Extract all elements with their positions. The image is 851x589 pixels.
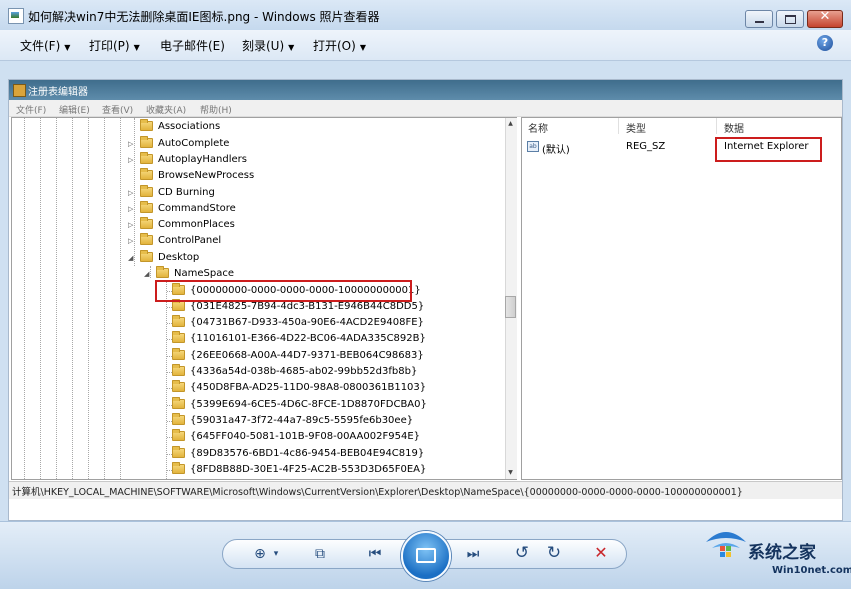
- value-name[interactable]: (默认): [542, 141, 570, 156]
- folder-icon: [140, 250, 153, 262]
- scroll-down-icon[interactable]: ▼: [505, 467, 516, 478]
- folder-icon: [156, 266, 169, 278]
- rotate-clockwise-icon[interactable]: ↻: [543, 543, 565, 563]
- menu-print-label: 打印(P): [89, 39, 130, 53]
- column-header-data[interactable]: 数据: [724, 120, 744, 135]
- folder-icon: [172, 413, 185, 425]
- registry-menu-edit: 编辑(E): [59, 106, 90, 116]
- menu-print[interactable]: 打印(P) ▼: [89, 37, 140, 54]
- collapse-arrow-icon[interactable]: ◢: [144, 266, 149, 282]
- folder-icon: [172, 315, 185, 327]
- registry-editor-icon: [13, 84, 26, 97]
- chevron-down-icon: ▼: [133, 43, 140, 52]
- window-title: 如何解决win7中无法删除桌面IE图标.png - Windows 照片查看器: [28, 10, 380, 24]
- folder-icon: [172, 462, 185, 474]
- rotate-counterclockwise-icon[interactable]: ↺: [511, 543, 533, 563]
- close-icon: ✕: [819, 9, 831, 24]
- delete-icon[interactable]: ✕: [589, 543, 613, 563]
- zoom-icon[interactable]: ⊕: [250, 544, 270, 564]
- folder-icon: [172, 397, 185, 409]
- registry-menu-file: 文件(F): [16, 106, 47, 116]
- maximize-button[interactable]: [776, 10, 804, 28]
- slideshow-button[interactable]: [401, 531, 451, 581]
- folder-icon: [172, 380, 185, 392]
- zoom-dropdown-icon[interactable]: ▾: [271, 544, 281, 564]
- folder-icon: [140, 233, 153, 245]
- folder-icon: [172, 299, 185, 311]
- chevron-down-icon: ▼: [359, 43, 366, 52]
- expand-arrow-icon[interactable]: ▷: [128, 136, 133, 152]
- string-value-icon: ab: [527, 141, 539, 152]
- column-separator: [716, 118, 717, 134]
- previous-button[interactable]: ⏮: [355, 544, 395, 564]
- chevron-down-icon: ▼: [288, 43, 295, 52]
- column-separator: [618, 118, 619, 134]
- chevron-down-icon: ▼: [64, 43, 71, 52]
- system-home-logo: [706, 532, 746, 557]
- registry-status-path: 计算机\HKEY_LOCAL_MACHINE\SOFTWARE\Microsof…: [12, 487, 743, 498]
- registry-menu-view: 查看(V): [102, 106, 134, 116]
- folder-icon: [172, 446, 185, 458]
- registry-values-pane: [521, 117, 842, 480]
- collapse-arrow-icon[interactable]: ◢: [128, 250, 133, 266]
- next-button[interactable]: ⏭: [453, 544, 493, 564]
- column-header-name[interactable]: 名称: [528, 120, 548, 135]
- menu-email[interactable]: 电子邮件(E): [160, 37, 225, 54]
- minimize-button[interactable]: [745, 10, 773, 28]
- registry-menu-bar: [9, 100, 842, 117]
- expand-arrow-icon[interactable]: ▷: [128, 201, 133, 217]
- expand-arrow-icon[interactable]: ▷: [128, 185, 133, 201]
- photo-viewer-app-icon: [8, 8, 24, 24]
- folder-icon: [140, 168, 153, 180]
- folder-icon: [140, 152, 153, 164]
- folder-icon: [172, 429, 185, 441]
- menu-burn[interactable]: 刻录(U) ▼: [242, 37, 294, 54]
- registry-title: 注册表编辑器: [28, 87, 88, 98]
- menu-email-label: 电子邮件(E): [160, 39, 225, 53]
- close-button[interactable]: ✕: [807, 9, 843, 28]
- watermark-url: Win10net.com: [772, 565, 851, 576]
- expand-arrow-icon[interactable]: ▷: [128, 217, 133, 233]
- highlight-box-selected-key: [155, 280, 412, 302]
- folder-icon: [140, 119, 153, 131]
- value-type: REG_SZ: [626, 141, 666, 152]
- watermark-name: 系统之家: [748, 543, 816, 563]
- help-icon[interactable]: ?: [817, 35, 833, 51]
- menu-file[interactable]: 文件(F) ▼: [20, 37, 70, 54]
- expand-arrow-icon[interactable]: ▷: [128, 233, 133, 249]
- folder-icon: [140, 185, 153, 197]
- menu-open-label: 打开(O): [313, 39, 356, 53]
- menu-open[interactable]: 打开(O) ▼: [313, 37, 366, 54]
- expand-arrow-icon[interactable]: ▷: [128, 152, 133, 168]
- highlight-box-value-data: [715, 137, 822, 162]
- folder-icon: [140, 217, 153, 229]
- registry-menu-favorites: 收藏夹(A): [146, 106, 187, 116]
- registry-menu-help: 帮助(H): [200, 106, 232, 116]
- folder-icon: [172, 348, 185, 360]
- folder-icon: [140, 201, 153, 213]
- scroll-up-icon[interactable]: ▲: [505, 118, 516, 129]
- scrollbar-thumb[interactable]: [505, 296, 516, 318]
- folder-icon: [140, 136, 153, 148]
- registry-title-bar: [9, 80, 842, 100]
- menu-file-label: 文件(F): [20, 39, 61, 53]
- folder-icon: [172, 364, 185, 376]
- actual-size-icon[interactable]: ⧉: [309, 544, 331, 564]
- column-header-type[interactable]: 类型: [626, 120, 646, 135]
- menu-burn-label: 刻录(U): [242, 39, 285, 53]
- folder-icon: [172, 331, 185, 343]
